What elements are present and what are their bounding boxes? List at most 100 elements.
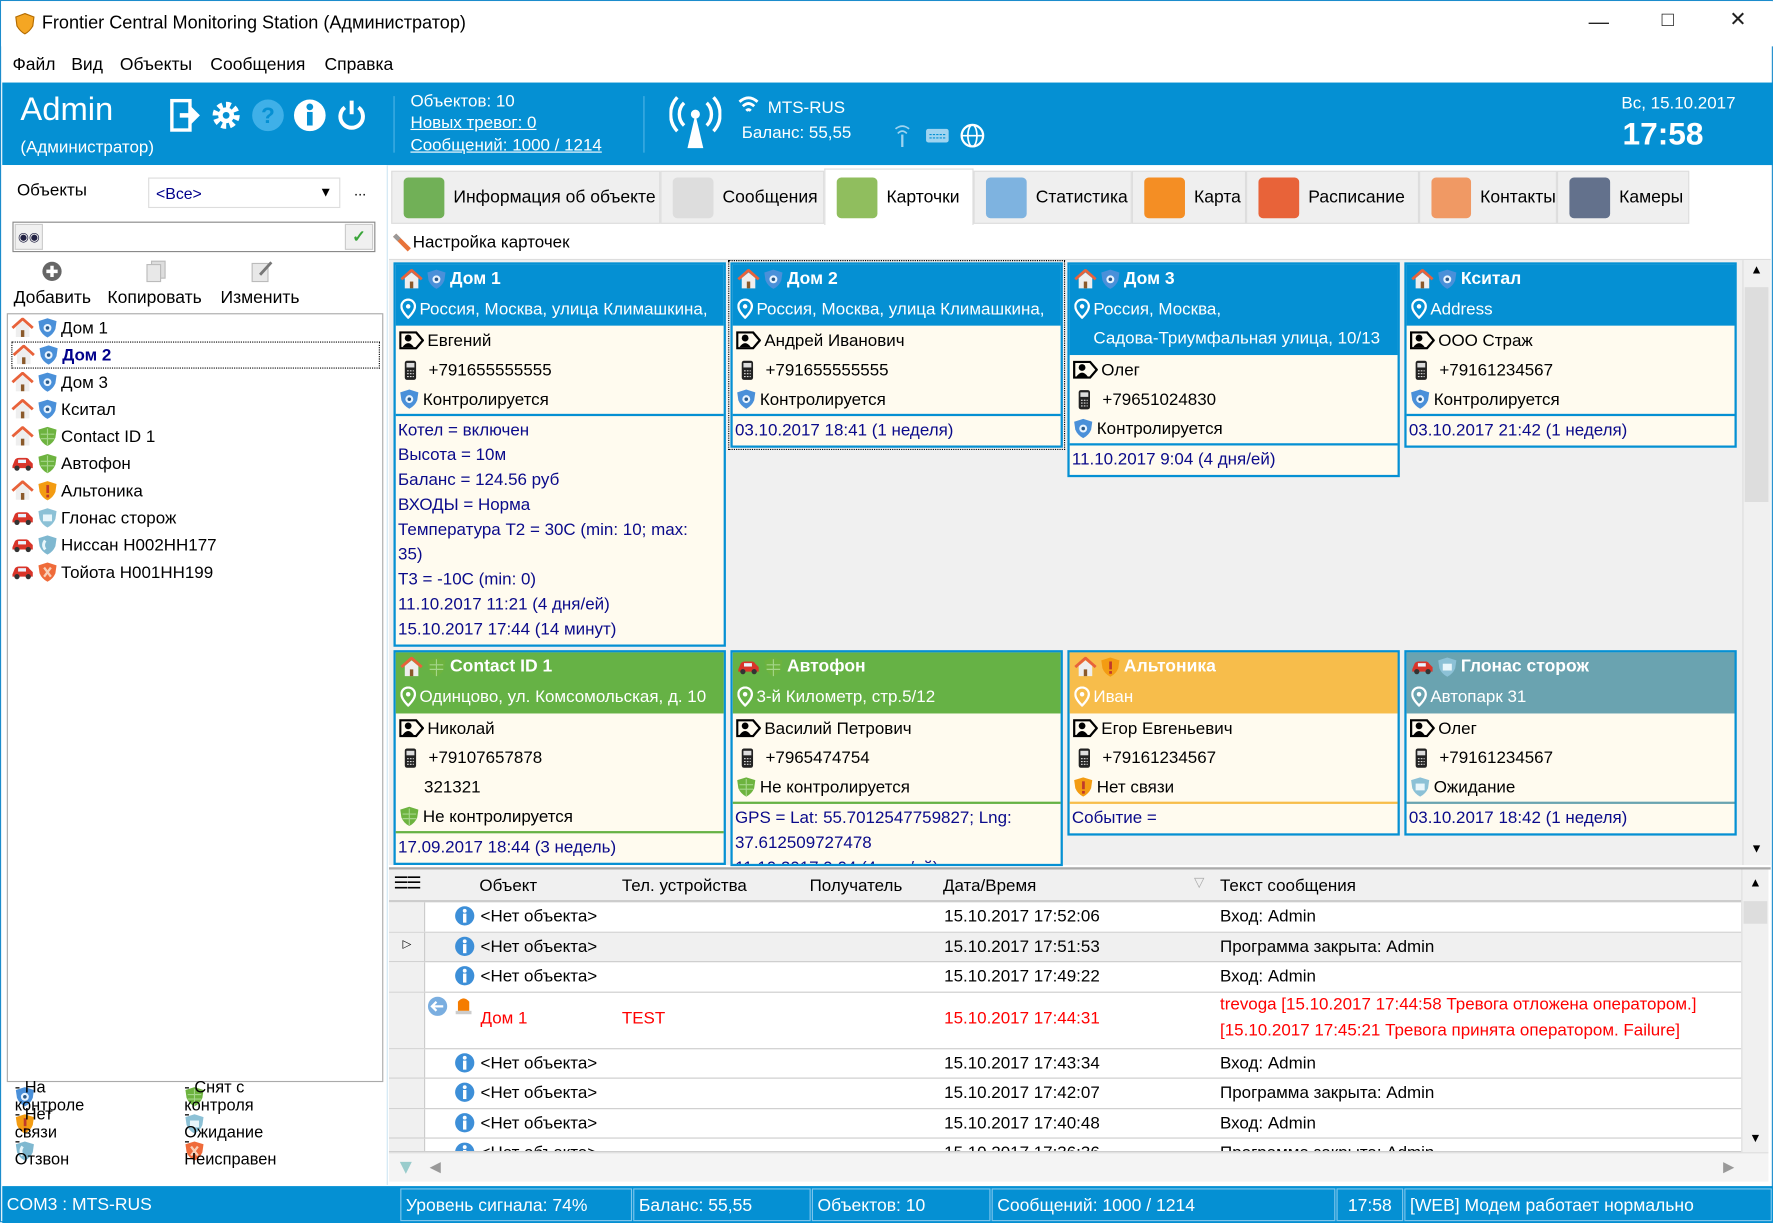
- row-handle[interactable]: [388, 992, 426, 1048]
- msg-object: <Нет объекта>: [480, 966, 598, 986]
- msg-text: Программа закрыта: Admin: [1220, 1083, 1435, 1103]
- object-card[interactable]: Альтоника Иван Егор Евгеньевич +79161234567…: [1067, 650, 1400, 836]
- mobile-phone-icon: [741, 747, 754, 768]
- col-object[interactable]: Объект: [479, 876, 537, 895]
- card-address: Иван: [1093, 686, 1134, 707]
- tree-item[interactable]: Альтоника: [11, 477, 380, 504]
- grid-scrollbar[interactable]: ▲ ▼: [1741, 869, 1769, 1153]
- scroll-right-icon[interactable]: ▶: [1723, 1158, 1734, 1176]
- object-card[interactable]: Дом 1 Россия, Москва, улица Климашкина, Ев…: [393, 262, 726, 647]
- house-icon: [11, 372, 34, 392]
- card-phone: +79161234567: [1102, 747, 1217, 768]
- shield-uncontrolled-icon: [38, 453, 57, 474]
- info-icon[interactable]: [293, 98, 327, 132]
- more-button[interactable]: ...: [346, 182, 374, 199]
- row-handle[interactable]: [388, 1138, 426, 1152]
- col-datetime[interactable]: Дата/Время: [943, 876, 1036, 895]
- map-pin-icon: [1144, 176, 1185, 218]
- tree-item[interactable]: Автофон: [11, 450, 380, 477]
- msg-text: Программа закрыта: Admin: [1220, 936, 1435, 957]
- power-icon[interactable]: [335, 98, 369, 132]
- scroll-left-icon[interactable]: ◀: [430, 1158, 441, 1176]
- scroll-down-icon[interactable]: ▼: [1750, 842, 1762, 856]
- tab-5[interactable]: Расписание: [1246, 170, 1420, 224]
- help-icon[interactable]: ?: [251, 98, 285, 132]
- add-object-button[interactable]: Добавить: [14, 288, 91, 308]
- tab-3[interactable]: Статистика: [973, 170, 1132, 224]
- object-card[interactable]: Contact ID 1 Одинцово, ул. Комсомольская,…: [393, 650, 726, 865]
- modem-icon: [926, 128, 949, 143]
- col-recipient[interactable]: Получатель: [810, 876, 903, 895]
- sort-desc-icon[interactable]: ▽: [1194, 874, 1204, 890]
- message-row[interactable]: <Нет объекта> 15.10.2017 17:49:22 Вход: A…: [388, 962, 1742, 993]
- row-handle[interactable]: [388, 1048, 426, 1078]
- object-card[interactable]: Дом 3 Россия, Москва, Садова-Триумфальная …: [1067, 262, 1400, 478]
- col-device-phone[interactable]: Тел. устройства: [622, 876, 747, 895]
- tab-7[interactable]: Камеры: [1556, 170, 1690, 224]
- message-row[interactable]: <Нет объекта> 15.10.2017 17:43:34 Вход: A…: [388, 1048, 1742, 1079]
- message-row[interactable]: <Нет объекта> 15.10.2017 17:36:36 Програм…: [388, 1138, 1742, 1153]
- new-alarms-link[interactable]: Новых тревог: 0: [410, 113, 536, 132]
- binoculars-icon[interactable]: ◉◉: [14, 223, 43, 250]
- cards-scrollbar[interactable]: ▲ ▼: [1742, 260, 1770, 865]
- scroll-thumb[interactable]: [1744, 287, 1769, 503]
- objects-tree[interactable]: Дом 1 Дом 2 Дом 3 Кситал Contact ID 1 Автофон…: [6, 313, 384, 1083]
- tree-item[interactable]: Ниссан Н002НН177: [11, 531, 380, 558]
- menu-help[interactable]: Справка: [325, 55, 394, 75]
- filter-icon[interactable]: ▼: [396, 1156, 416, 1180]
- object-card[interactable]: Кситал Address ООО Страж +79161234567 Контро…: [1404, 262, 1737, 448]
- tree-item[interactable]: Дом 3: [11, 369, 380, 396]
- message-row[interactable]: ▷ <Нет объекта> 15.10.2017 17:51:53 Прогр…: [388, 932, 1742, 963]
- scroll-up-icon[interactable]: ▲: [1750, 263, 1762, 277]
- col-message-text[interactable]: Текст сообщения: [1220, 876, 1356, 895]
- scroll-down-icon[interactable]: ▼: [1749, 1132, 1761, 1146]
- apply-check-icon[interactable]: ✓: [344, 223, 374, 250]
- menu-objects[interactable]: Объекты: [120, 55, 192, 75]
- scroll-up-icon[interactable]: ▲: [1749, 876, 1761, 890]
- maximize-button[interactable]: □: [1651, 8, 1685, 32]
- mobile-phone-icon: [1078, 747, 1090, 768]
- object-card[interactable]: Автофон 3-й Километр, стр.5/12 Василий Пет…: [730, 650, 1063, 867]
- message-row[interactable]: <Нет объекта> 15.10.2017 17:40:48 Вход: A…: [388, 1108, 1742, 1139]
- edit-object-button[interactable]: Изменить: [220, 288, 299, 308]
- shield-controlled-icon: [38, 372, 57, 392]
- objects-filter-select[interactable]: <Все> ▼: [148, 177, 341, 209]
- scroll-thumb[interactable]: [1743, 901, 1768, 924]
- row-handle[interactable]: ▷: [388, 932, 426, 962]
- row-handle[interactable]: [388, 1078, 426, 1108]
- tree-item[interactable]: Contact ID 1: [11, 423, 380, 450]
- tab-6[interactable]: Контакты: [1419, 170, 1557, 224]
- tree-item[interactable]: Дом 1: [11, 314, 380, 341]
- row-handle[interactable]: [388, 902, 426, 932]
- tab-1[interactable]: Сообщения: [660, 170, 825, 224]
- messages-link[interactable]: Сообщений: 1000 / 1214: [410, 136, 601, 155]
- tree-item[interactable]: Глонас сторож: [11, 504, 380, 531]
- tab-4[interactable]: Карта: [1131, 170, 1247, 224]
- menu-messages[interactable]: Сообщения: [210, 55, 305, 75]
- grid-menu-icon[interactable]: ☰☰: [393, 873, 421, 893]
- message-row[interactable]: <Нет объекта> 15.10.2017 17:42:07 Програм…: [388, 1078, 1742, 1109]
- object-card[interactable]: Дом 2 Россия, Москва, улица Климашкина, Ан…: [728, 260, 1066, 451]
- tree-item[interactable]: Кситал: [11, 396, 380, 423]
- menu-file[interactable]: Файл: [12, 55, 55, 75]
- card-header: Contact ID 1 Одинцово, ул. Комсомольская,…: [395, 652, 724, 714]
- tree-item-label: Дом 1: [61, 318, 108, 338]
- tab-2[interactable]: Карточки: [824, 168, 974, 226]
- message-row[interactable]: Дом 1 TEST 15.10.2017 17:44:31 trevoga [1…: [388, 992, 1742, 1049]
- minimize-button[interactable]: —: [1582, 10, 1616, 34]
- grid-hscrollbar[interactable]: ▼ ◀ ▶: [388, 1152, 1769, 1182]
- menu-view[interactable]: Вид: [71, 55, 103, 75]
- tree-item[interactable]: Дом 2: [11, 341, 380, 369]
- row-handle[interactable]: [388, 1108, 426, 1138]
- close-button[interactable]: ✕: [1721, 8, 1755, 32]
- row-handle[interactable]: [388, 962, 426, 992]
- copy-object-button[interactable]: Копировать: [107, 288, 201, 308]
- search-input[interactable]: ◉◉ ✓: [12, 221, 376, 253]
- object-card[interactable]: Глонас сторож Автопарк 31 Олег +79161234567…: [1404, 650, 1737, 836]
- tab-0[interactable]: Информация об объекте: [391, 170, 661, 224]
- gear-icon[interactable]: [209, 98, 243, 132]
- logout-icon[interactable]: [168, 98, 202, 132]
- tree-item[interactable]: Тойота Н001НН199: [11, 559, 380, 586]
- message-row[interactable]: <Нет объекта> 15.10.2017 17:52:06 Вход: A…: [388, 902, 1742, 933]
- cards-settings-button[interactable]: Настройка карточек: [413, 233, 570, 252]
